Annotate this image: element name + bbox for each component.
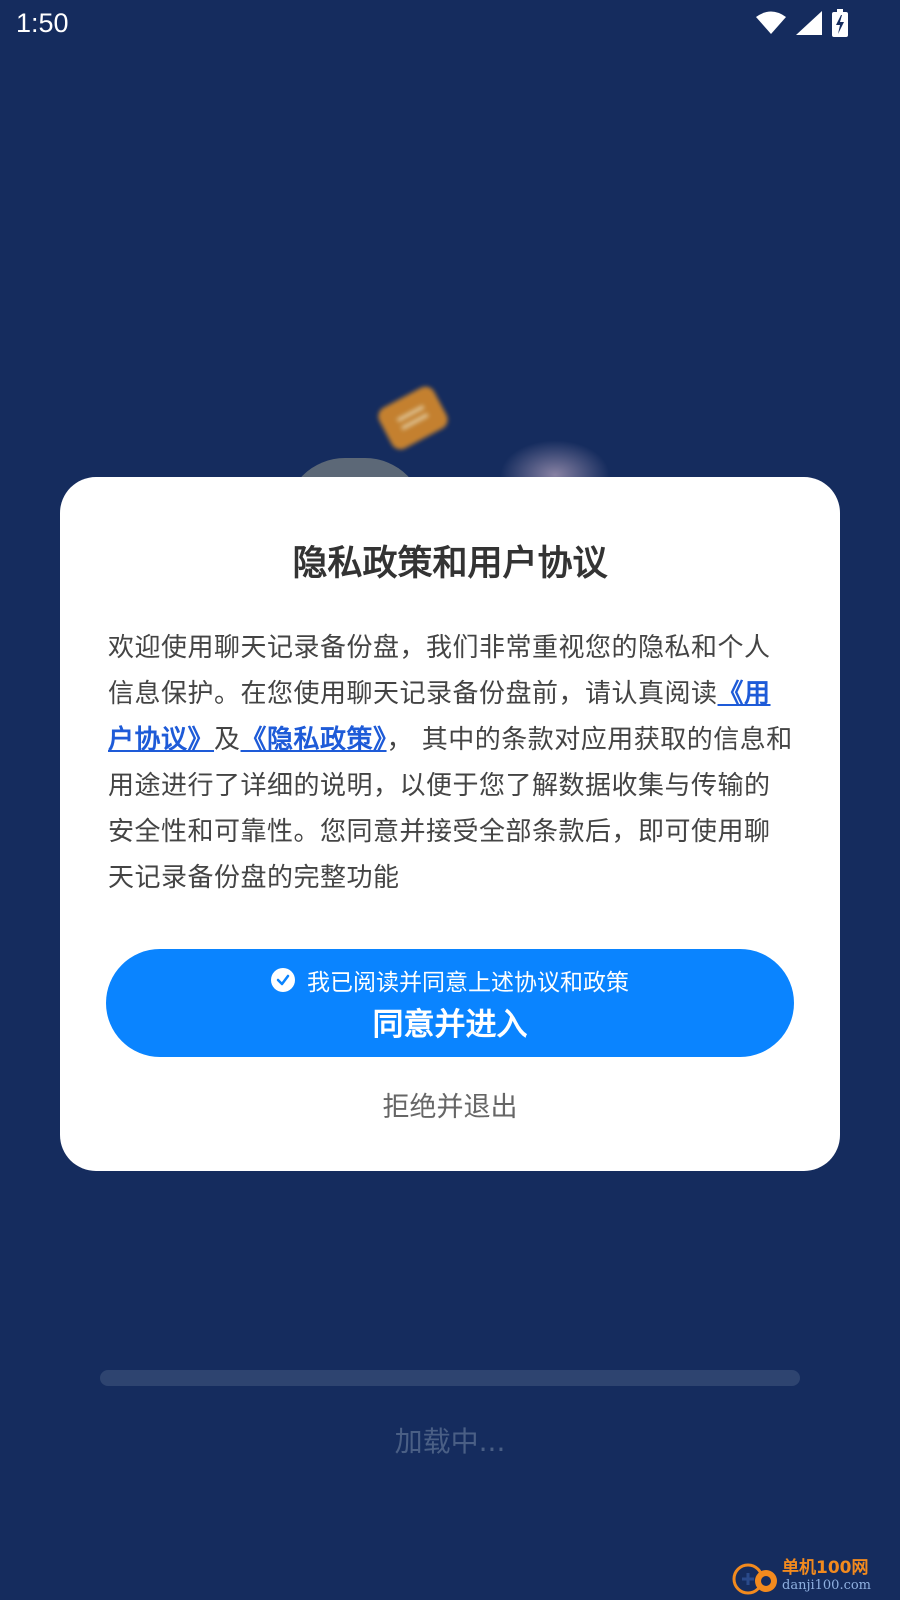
background-illustration-card — [374, 383, 452, 453]
loading-text: 加载中... — [394, 1425, 506, 1458]
check-circle-icon[interactable] — [271, 968, 295, 992]
status-bar: 1:50 — [0, 0, 900, 50]
watermark-logo-icon — [732, 1555, 780, 1599]
body-intro: 欢迎使用聊天记录备份盘，我们非常重视您的隐私和个人信息保护。在您使用聊天记录备份… — [108, 633, 771, 709]
privacy-policy-link[interactable]: 《隐私政策》 — [241, 725, 387, 755]
battery-charging-icon — [832, 9, 848, 41]
watermark: 单机100网 danji100.com — [732, 1555, 892, 1599]
loading-progress-bar — [100, 1370, 800, 1386]
dialog-body: 欢迎使用聊天记录备份盘，我们非常重视您的隐私和个人信息保护。在您使用聊天记录备份… — [108, 625, 796, 901]
reject-and-exit-button[interactable]: 拒绝并退出 — [60, 1085, 840, 1124]
watermark-text: 单机100网 danji100.com — [782, 1560, 871, 1594]
status-time: 1:50 — [16, 8, 69, 38]
wifi-icon — [756, 11, 786, 39]
status-icons — [756, 9, 848, 41]
agree-check-text: 我已阅读并同意上述协议和政策 — [307, 970, 629, 996]
privacy-dialog: 隐私政策和用户协议 欢迎使用聊天记录备份盘，我们非常重视您的隐私和个人信息保护。… — [60, 477, 840, 1171]
watermark-url: danji100.com — [782, 1578, 872, 1593]
agree-check-row[interactable]: 我已阅读并同意上述协议和政策 — [106, 963, 794, 997]
signal-icon — [796, 11, 822, 39]
body-and: 及 — [214, 725, 241, 755]
dialog-title: 隐私政策和用户协议 — [292, 544, 608, 584]
watermark-name: 单机100网 — [782, 1558, 869, 1578]
agree-and-enter-button[interactable]: 我已阅读并同意上述协议和政策 同意并进入 — [106, 949, 794, 1057]
agree-button-label: 同意并进入 — [372, 1007, 528, 1043]
